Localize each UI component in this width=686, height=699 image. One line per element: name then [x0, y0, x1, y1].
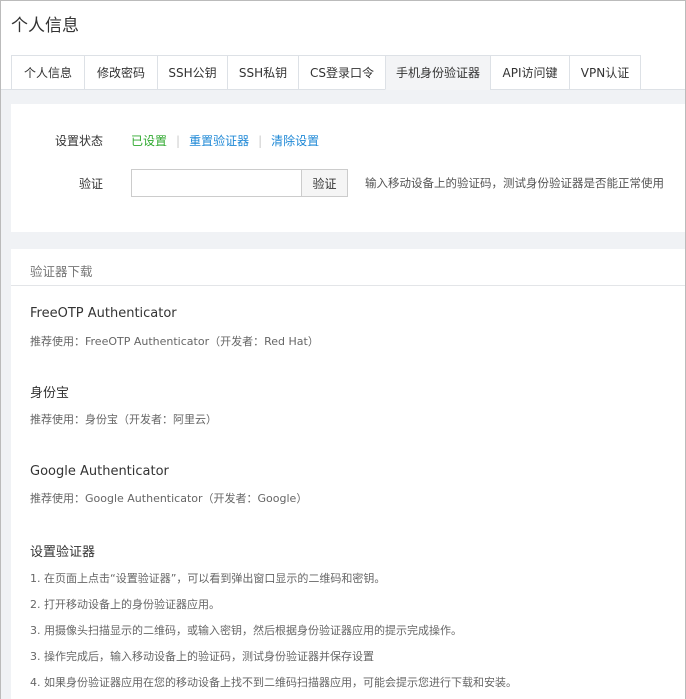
tab-bar: 个人信息 修改密码 SSH公钥 SSH私钥 CS登录口令 手机身份验证器 API…	[11, 55, 641, 90]
app-desc: 推荐使用：FreeOTP Authenticator（开发者：Red Hat）	[30, 335, 319, 348]
verify-code-input[interactable]	[131, 169, 301, 197]
setup-section: 设置验证器 1. 在页面上点击“设置验证器”，可以看到弹出窗口显示的二维码和密钥…	[11, 506, 685, 699]
setup-step: 3. 操作完成后，输入移动设备上的验证码，测试身份验证器并保存设置	[30, 650, 374, 663]
status-row: 设置状态 已设置 | 重置验证器 | 清除设置	[11, 132, 319, 149]
tab-api-keys[interactable]: API访问键	[490, 55, 569, 90]
tab-ssh-private-key[interactable]: SSH私钥	[227, 55, 298, 90]
divider: |	[176, 133, 181, 148]
download-header: 验证器下载	[11, 249, 685, 286]
verify-button[interactable]: 验证	[301, 169, 348, 197]
app-name: 身份宝	[30, 386, 70, 401]
setup-step: 3. 用摄像头扫描显示的二维码，或输入密钥，然后根据身份验证器应用的提示完成操作…	[30, 624, 462, 637]
clear-settings-link[interactable]: 清除设置	[271, 132, 319, 149]
tab-mobile-authenticator[interactable]: 手机身份验证器	[385, 55, 490, 90]
setup-step: 2. 打开移动设备上的身份验证器应用。	[30, 598, 220, 611]
app-name: FreeOTP Authenticator	[30, 306, 177, 321]
page-title: 个人信息	[11, 16, 79, 36]
setup-step: 4. 如果身份验证器应用在您的移动设备上找不到二维码扫描器应用，可能会提示您进行…	[30, 676, 517, 689]
tab-change-password[interactable]: 修改密码	[84, 55, 157, 90]
reset-authenticator-link[interactable]: 重置验证器	[189, 132, 249, 149]
settings-card: 设置状态 已设置 | 重置验证器 | 清除设置 验证 验证 输入移动设备上的验证…	[11, 104, 685, 232]
page: 个人信息 个人信息 修改密码 SSH公钥 SSH私钥 CS登录口令 手机身份验证…	[0, 0, 686, 699]
setup-title: 设置验证器	[30, 545, 96, 560]
tab-profile[interactable]: 个人信息	[11, 55, 84, 90]
verify-label: 验证	[78, 176, 103, 191]
app-shenfenbao: 身份宝 推荐使用：身份宝（开发者：阿里云）	[11, 349, 685, 427]
verify-row: 验证 验证 输入移动设备上的验证码，测试身份验证器是否能正常使用	[11, 169, 664, 197]
app-name: Google Authenticator	[30, 464, 169, 479]
setup-step: 1. 在页面上点击“设置验证器”，可以看到弹出窗口显示的二维码和密钥。	[30, 572, 386, 585]
tab-vpn-auth[interactable]: VPN认证	[569, 55, 641, 90]
divider: |	[258, 133, 263, 148]
app-freeotp: FreeOTP Authenticator 推荐使用：FreeOTP Authe…	[11, 286, 685, 349]
verify-hint: 输入移动设备上的验证码，测试身份验证器是否能正常使用	[365, 176, 664, 190]
app-desc: 推荐使用：Google Authenticator（开发者：Google）	[30, 492, 308, 505]
app-google: Google Authenticator 推荐使用：Google Authent…	[11, 427, 685, 506]
download-card: 验证器下载 FreeOTP Authenticator 推荐使用：FreeOTP…	[11, 249, 685, 699]
status-value: 已设置	[131, 134, 168, 148]
app-desc: 推荐使用：身份宝（开发者：阿里云）	[30, 413, 217, 426]
tab-cs-login[interactable]: CS登录口令	[298, 55, 385, 90]
tab-ssh-public-key[interactable]: SSH公钥	[157, 55, 227, 90]
status-label: 设置状态	[54, 134, 103, 148]
